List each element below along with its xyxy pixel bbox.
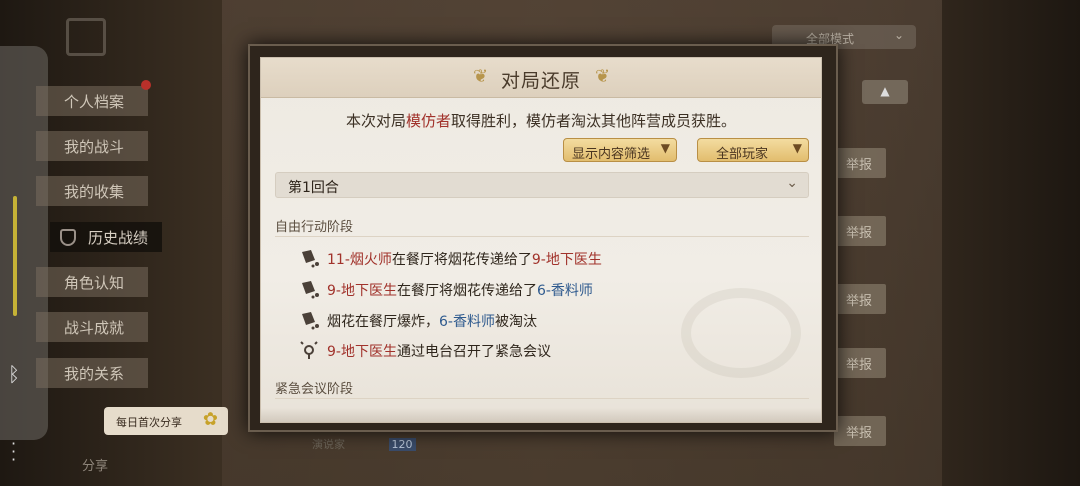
event-target: 9-地下医生	[531, 252, 602, 268]
firework-icon	[302, 250, 319, 268]
sidebar-item-battles[interactable]: 我的战斗	[36, 131, 148, 161]
chevron-down-icon: ⌄	[893, 28, 904, 42]
event-actor: 9-地下医生	[327, 344, 397, 360]
sidebar-item-label: 我的关系	[64, 365, 125, 383]
chevron-down-icon: ▼	[792, 141, 802, 155]
report-button[interactable]: 举报	[834, 216, 886, 246]
event-text: 通过电台召开了紧急会议	[396, 344, 551, 360]
scroll-up-button[interactable]: ▲	[862, 80, 908, 104]
match-summary: 本次对局模仿者取得胜利，模仿者淘汰其他阵营成员获胜。	[261, 110, 821, 131]
more-dots-icon[interactable]: · · ·	[11, 436, 16, 468]
round-select[interactable]: 第1回合 ⌄	[275, 172, 809, 198]
share-bubble-text: 每日首次分享	[116, 416, 182, 429]
sidebar-item-relations[interactable]: 我的关系	[36, 358, 148, 388]
share-button[interactable]: 分享	[82, 455, 108, 474]
summary-winner: 模仿者	[405, 112, 451, 130]
event-actor: 11-烟火师	[327, 252, 392, 268]
event-target: 6-香料师	[536, 283, 593, 299]
dialog-title: 对局还原	[500, 70, 581, 92]
round-label: 第1回合	[288, 180, 339, 196]
scroll-fade	[261, 408, 821, 422]
exit-icon[interactable]	[66, 18, 106, 56]
firework-icon	[302, 281, 319, 299]
sidebar-item-role-knowledge[interactable]: 角色认知	[36, 267, 148, 297]
sidebar-item-label: 战斗成就	[64, 319, 125, 337]
content-filter-label: 显示内容筛选	[572, 147, 651, 162]
sidebar-item-profile[interactable]: 个人档案	[36, 86, 148, 116]
sidebar-item-history[interactable]: 历史战绩	[50, 222, 162, 252]
match-replay-dialog: ❦ 对局还原 ❦ 本次对局模仿者取得胜利，模仿者淘汰其他阵营成员获胜。 显示内容…	[260, 57, 822, 423]
player-filter-label: 全部玩家	[716, 147, 769, 162]
sidebar-item-collection[interactable]: 我的收集	[36, 176, 148, 206]
sidebar-item-label: 我的收集	[64, 183, 125, 201]
wheat-icon: ❦	[595, 66, 611, 87]
report-button[interactable]: 举报	[834, 348, 886, 378]
event-text: 在餐厅将烟花传递给了	[396, 283, 537, 299]
dialog-header: ❦ 对局还原 ❦	[261, 58, 821, 98]
bluetooth-icon[interactable]: ᛒ	[8, 362, 20, 386]
phase-heading: 紧急会议阶段	[275, 382, 354, 397]
report-button[interactable]: 举报	[834, 284, 886, 314]
event-row: 烟花在餐厅爆炸，6-香料师被淘汰	[299, 310, 537, 332]
player-filter-dropdown[interactable]: 全部玩家 ▼	[697, 138, 809, 162]
divider	[275, 236, 809, 237]
summary-prefix: 本次对局	[345, 112, 406, 130]
summary-suffix: 取得胜利，模仿者淘汰其他阵营成员获胜。	[451, 112, 737, 130]
chevron-down-icon: ⌄	[786, 175, 798, 191]
event-actor: 9-地下医生	[327, 283, 397, 299]
flower-icon: ✿	[202, 409, 218, 430]
event-text: 在餐厅将烟花传递给了	[391, 252, 532, 268]
sidebar-item-label: 我的战斗	[64, 138, 125, 156]
firework-icon	[302, 312, 319, 330]
report-button[interactable]: 举报	[834, 148, 886, 178]
background-row-text: 演说家	[312, 438, 349, 451]
event-text: 烟花在餐厅爆炸，	[327, 314, 439, 330]
event-row: 11-烟火师在餐厅将烟花传递给了9-地下医生	[299, 248, 602, 270]
notification-dot	[141, 80, 151, 90]
event-row: 9-地下医生在餐厅将烟花传递给了6-香料师	[299, 279, 593, 301]
daily-share-bubble[interactable]: 每日首次分享 ✿	[104, 407, 228, 435]
event-target: 6-香料师	[439, 314, 495, 330]
sidebar-item-label: 角色认知	[64, 274, 125, 292]
event-tail: 被淘汰	[494, 314, 537, 330]
radio-icon	[300, 341, 318, 359]
chevron-down-icon: ▼	[660, 141, 670, 155]
background-row-badge: 120	[388, 438, 416, 451]
content-filter-dropdown[interactable]: 显示内容筛选 ▼	[563, 138, 677, 162]
sidebar-item-label: 历史战绩	[88, 229, 149, 247]
phase-heading: 自由行动阶段	[275, 220, 354, 235]
watermark-emblem	[681, 288, 801, 378]
brightness-bar[interactable]	[13, 196, 17, 316]
event-row: 9-地下医生通过电台召开了紧急会议	[299, 340, 551, 362]
divider	[275, 398, 809, 399]
shield-icon	[60, 229, 76, 246]
background-row-fragment: 演说家 120	[312, 436, 416, 452]
report-button[interactable]: 举报	[834, 416, 886, 446]
sidebar-item-label: 个人档案	[64, 93, 125, 111]
sidebar-item-achievements[interactable]: 战斗成就	[36, 312, 148, 342]
